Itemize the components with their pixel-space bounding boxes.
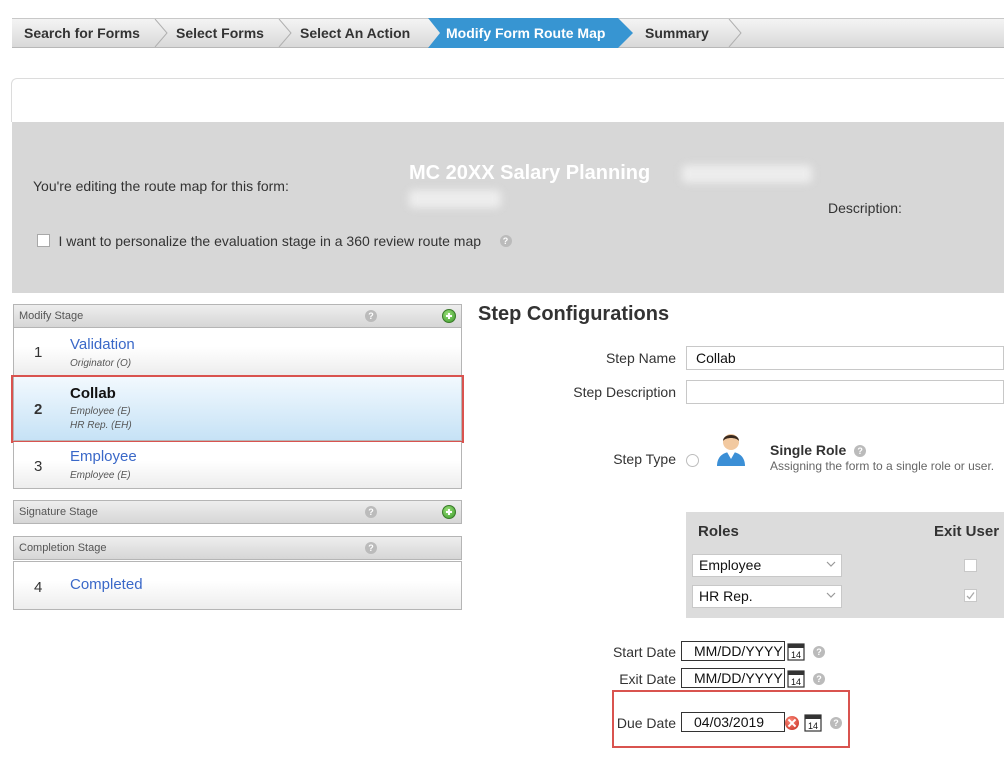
- role-select-hr-rep[interactable]: HR Rep.: [692, 585, 842, 608]
- step-number: 1: [34, 344, 43, 361]
- step-description-label: Step Description: [573, 384, 676, 400]
- step-name-label: Step Name: [605, 350, 676, 366]
- role-select-value: HR Rep.: [699, 588, 753, 604]
- add-icon[interactable]: [442, 505, 456, 519]
- exit-user-header: Exit User: [934, 523, 1000, 540]
- check-icon: [966, 592, 975, 600]
- step-name-link[interactable]: Completed: [70, 576, 143, 593]
- step-description-input[interactable]: [686, 380, 1004, 404]
- personalize-label: I want to personalize the evaluation sta…: [58, 232, 482, 249]
- step-name-link[interactable]: Employee: [70, 448, 137, 465]
- step-name-input[interactable]: Collab: [686, 346, 1004, 370]
- role-select-value: Employee: [699, 557, 762, 573]
- step-number: 2: [34, 401, 43, 418]
- step-number: 3: [34, 458, 43, 475]
- exit-date-input[interactable]: MM/DD/YYYY: [681, 668, 785, 688]
- exit-date-label: Exit Date: [619, 671, 676, 687]
- step-role: HR Rep. (EH): [70, 420, 132, 431]
- calendar-day: 14: [791, 677, 801, 687]
- wizard-breadcrumb: Search for Forms Select Forms Select An …: [12, 18, 1004, 48]
- form-title: MC 20XX Salary Planning: [409, 162, 651, 184]
- step-item-employee[interactable]: 3 Employee Employee (E): [13, 442, 462, 489]
- roles-header: Roles: [698, 523, 739, 540]
- single-role-title-text: Single Role: [770, 442, 847, 458]
- avatar-icon: [717, 434, 745, 466]
- signature-stage-header: Signature Stage ?: [13, 500, 462, 524]
- chevron-down-icon: [826, 592, 836, 598]
- add-icon[interactable]: [442, 309, 456, 323]
- wizard-step-label: Select An Action: [300, 25, 411, 41]
- config-title: Step Configurations: [478, 303, 670, 325]
- wizard-step-label: Modify Form Route Map: [446, 25, 606, 41]
- help-icon[interactable]: ?: [365, 506, 377, 518]
- description-label: Description:: [828, 200, 902, 216]
- single-role-radio[interactable]: [686, 454, 699, 467]
- wizard-step-label: Summary: [645, 25, 709, 41]
- help-icon[interactable]: ?: [813, 673, 825, 685]
- step-name-link[interactable]: Collab: [70, 385, 116, 402]
- chevron-down-icon: [826, 561, 836, 567]
- due-date-label: Due Date: [616, 715, 676, 731]
- step-item-completed[interactable]: 4 Completed: [13, 561, 462, 610]
- single-role-description: Assigning the form to a single role or u…: [770, 459, 995, 473]
- step-item-validation[interactable]: 1 Validation Originator (O): [13, 328, 462, 376]
- wizard-step-select-action[interactable]: Select An Action: [288, 19, 432, 47]
- wizard-step-label: Select Forms: [176, 25, 264, 41]
- wizard-step-select-forms[interactable]: Select Forms: [164, 19, 288, 47]
- personalize-checkbox[interactable]: [37, 234, 50, 248]
- editing-label: You're editing the route map for this fo…: [33, 178, 289, 194]
- wizard-step-modify-route-map[interactable]: Modify Form Route Map: [434, 19, 624, 47]
- role-select-employee[interactable]: Employee: [692, 554, 842, 577]
- help-icon[interactable]: ?: [854, 445, 867, 458]
- help-icon[interactable]: ?: [499, 234, 512, 247]
- stage-label: Modify Stage: [19, 310, 84, 322]
- help-icon[interactable]: ?: [365, 542, 377, 554]
- step-role: Originator (O): [70, 358, 132, 369]
- modify-stage-header: Modify Stage ?: [13, 304, 462, 328]
- panel-top: [11, 78, 1004, 122]
- clear-icon[interactable]: [785, 716, 799, 730]
- personalize-360-row: I want to personalize the evaluation sta…: [37, 232, 512, 250]
- calendar-icon[interactable]: 14: [787, 641, 805, 661]
- calendar-icon[interactable]: 14: [787, 668, 805, 688]
- wizard-step-search-forms[interactable]: Search for Forms: [12, 19, 162, 47]
- exit-user-checkbox[interactable]: [964, 559, 977, 572]
- step-item-collab[interactable]: 2 Collab Employee (E) HR Rep. (EH): [11, 375, 464, 443]
- due-date-input[interactable]: 04/03/2019: [681, 712, 785, 732]
- form-header: You're editing the route map for this fo…: [12, 122, 1004, 293]
- wizard-step-summary[interactable]: Summary: [633, 19, 733, 47]
- wizard-step-label: Search for Forms: [24, 25, 140, 41]
- completion-stage-header: Completion Stage ?: [13, 536, 462, 560]
- help-icon[interactable]: ?: [830, 717, 842, 729]
- redacted-name: [682, 165, 812, 183]
- calendar-icon[interactable]: 14: [804, 712, 822, 732]
- help-icon[interactable]: ?: [813, 646, 825, 658]
- exit-user-checkbox-checked[interactable]: [964, 589, 977, 602]
- start-date-label: Start Date: [612, 644, 676, 660]
- step-name-link[interactable]: Validation: [70, 336, 135, 353]
- step-role: Employee (E): [70, 470, 131, 481]
- stage-label: Signature Stage: [19, 506, 98, 518]
- step-role: Employee (E): [70, 406, 131, 417]
- start-date-input[interactable]: MM/DD/YYYY: [681, 641, 785, 661]
- redacted-id: [409, 190, 501, 208]
- calendar-day: 14: [808, 721, 818, 731]
- single-role-title: Single Role ?: [770, 442, 867, 458]
- stage-label: Completion Stage: [19, 542, 107, 554]
- step-type-label: Step Type: [613, 451, 676, 467]
- roles-table: Roles Exit User Employee HR Rep.: [686, 512, 1004, 618]
- chevron-right-icon: [728, 19, 742, 47]
- calendar-day: 14: [791, 650, 801, 660]
- step-number: 4: [34, 579, 43, 596]
- help-icon[interactable]: ?: [365, 310, 377, 322]
